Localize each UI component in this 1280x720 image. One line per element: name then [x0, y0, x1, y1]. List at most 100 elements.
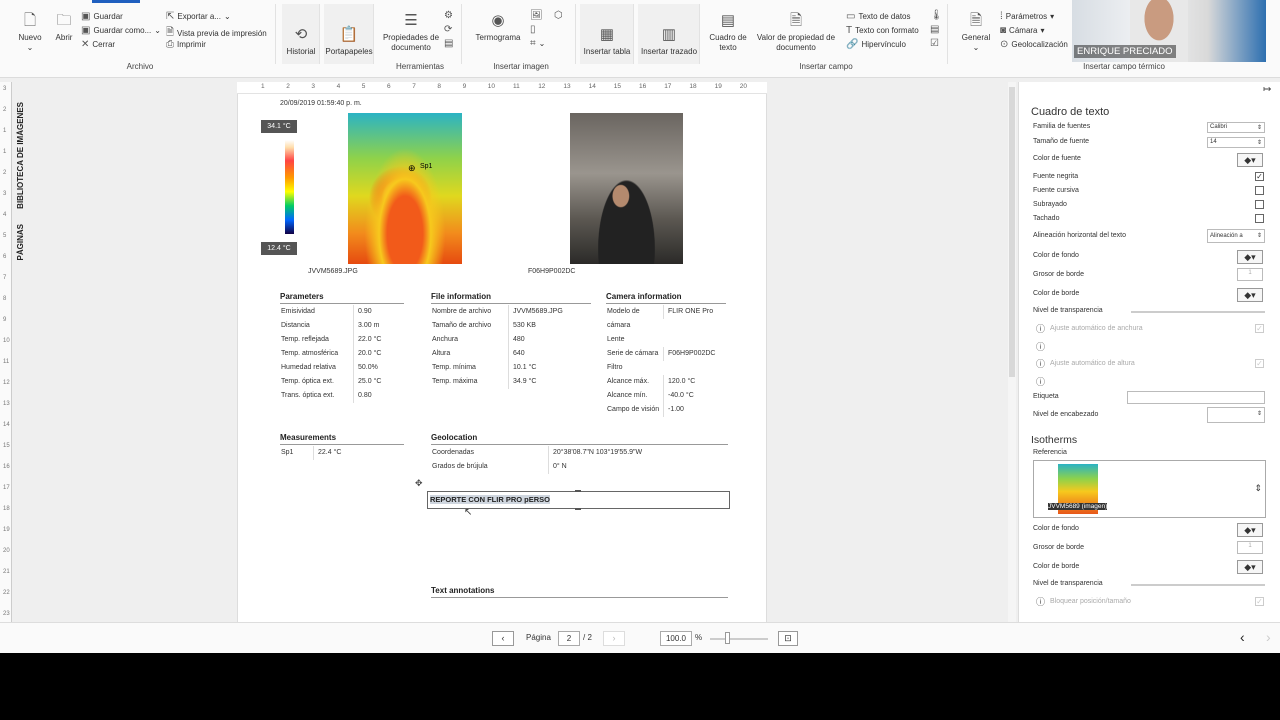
font-size-select[interactable]: 14 ⇕	[1207, 137, 1265, 148]
prev-page-button[interactable]: ‹	[492, 631, 514, 646]
zoom-input[interactable]: 100.0	[660, 631, 692, 646]
parameters-button[interactable]: ⁞ Parámetros ▾	[1000, 11, 1054, 22]
export-button[interactable]: ⇱ Exportar a... ⌄	[166, 11, 231, 22]
image-icon-2[interactable]: ⬡	[554, 10, 563, 21]
field-icon-2[interactable]: ▤	[930, 24, 939, 35]
lock-position-checkbox[interactable]: ✓	[1255, 597, 1264, 606]
next-page-button[interactable]: ›	[603, 631, 625, 646]
cube-icon: ⬡	[554, 10, 563, 21]
resize-handle-bottom[interactable]	[575, 508, 581, 510]
field-icon-1[interactable]: 🌡	[930, 10, 943, 21]
insert-plot-button[interactable]: ▥ Insertar trazado	[638, 26, 700, 57]
font-size-label: Tamaño de fuente	[1033, 138, 1090, 145]
tag-input[interactable]	[1127, 391, 1265, 404]
auto-height-label: Ajuste automático de altura	[1050, 360, 1135, 367]
zoom-slider-thumb[interactable]	[725, 632, 730, 644]
open-button[interactable]: 🗀 Abrir	[50, 12, 78, 43]
tab-image-library[interactable]: BIBLIOTECA DE IMÁGENES	[16, 102, 25, 209]
text-box-icon: ▤	[720, 12, 736, 29]
field-icon-3[interactable]: ☑	[930, 38, 939, 49]
heading-level-select[interactable]: ⇕	[1207, 407, 1265, 423]
table-row: Modelo de FLIR ONE Pro	[607, 305, 727, 319]
table-row: Temp. atmosférica 20.0 °C	[281, 347, 405, 361]
font-family-select[interactable]: Calibri ⇕	[1207, 122, 1265, 133]
tool-icon-3[interactable]: ▤	[444, 38, 453, 49]
thermal-camera-icon: ◉	[491, 12, 505, 29]
iso-border-color-picker[interactable]: ◆▾	[1237, 560, 1263, 574]
tool-icon-2[interactable]: ⟳	[444, 24, 452, 35]
tool-icon-1[interactable]: ⚙	[444, 10, 453, 21]
history-button[interactable]: ⟲ Historial	[283, 26, 319, 57]
bg-color-picker[interactable]: ◆▾	[1237, 250, 1263, 264]
insert-table-button[interactable]: ▦ Insertar tabla	[580, 26, 634, 57]
border-width-input[interactable]: 1	[1237, 268, 1263, 281]
row-value: 0° N	[548, 460, 567, 474]
thermogram-button[interactable]: ◉ Termograma	[472, 12, 524, 43]
file-info-title: File information	[431, 292, 591, 304]
image-icon-4[interactable]: ⌗ ⌄	[530, 38, 545, 49]
page-number-input[interactable]: 2	[558, 631, 580, 646]
visual-photo[interactable]	[570, 113, 683, 264]
spot-label: Sp1	[420, 163, 433, 170]
formatted-text-button[interactable]: T Texto con formato	[846, 25, 919, 36]
save-as-button[interactable]: ▣ Guardar como... ⌄	[81, 25, 161, 36]
iso-border-width-input[interactable]: 1	[1237, 541, 1263, 554]
ruler-tick: 16	[3, 464, 10, 470]
thermal-image[interactable]: ⊕ Sp1	[348, 113, 462, 264]
general-button[interactable]: 🗎 General ⌄	[958, 12, 994, 53]
image-icon-1[interactable]: 🖼	[530, 10, 543, 21]
page-scrollbar-thumb[interactable]	[1009, 87, 1015, 377]
fit-page-button[interactable]: ⊡	[778, 631, 798, 646]
auto-width-checkbox[interactable]: ✓	[1255, 324, 1264, 333]
transparency-slider[interactable]	[1131, 311, 1265, 313]
crop-icon: ⌗	[530, 38, 536, 49]
collapse-panel-icon[interactable]: ‹	[1240, 629, 1245, 645]
document-properties-button[interactable]: ☰ Propiedades de documento	[382, 12, 440, 53]
auto-height-checkbox[interactable]: ✓	[1255, 359, 1264, 368]
border-color-picker[interactable]: ◆▾	[1237, 288, 1263, 302]
font-color-picker[interactable]: ◆▾	[1237, 153, 1263, 167]
expand-panel-icon[interactable]: ›	[1266, 629, 1271, 645]
close-button[interactable]: ✕ Cerrar	[81, 39, 115, 50]
camera-info-table: Modelo de FLIR ONE Pro cámara Lente Serie de…	[607, 305, 727, 417]
text-box-button[interactable]: ▤ Cuadro de texto	[708, 12, 748, 53]
data-text-button[interactable]: ▭ Texto de datos	[846, 11, 911, 22]
isotherms-title: Isotherms	[1031, 434, 1078, 446]
ribbon: 🗋 Nuevo ⌄ 🗀 Abrir ▣ Guardar ▣ Guardar como...…	[0, 0, 1280, 78]
page-scrollbar[interactable]	[1008, 82, 1016, 622]
table-icon: ▦	[599, 26, 615, 43]
list-icon: ▤	[444, 38, 454, 49]
zoom-slider[interactable]	[710, 638, 768, 640]
geolocation-button[interactable]: ⊙ Geolocalización	[1000, 39, 1068, 50]
bold-checkbox[interactable]: ✓	[1255, 172, 1264, 181]
new-button[interactable]: 🗋 Nuevo ⌄	[16, 12, 44, 53]
row-value: 530 KB	[508, 319, 536, 333]
selected-text-box[interactable]: REPORTE CON FLIR PRO pERSO	[427, 491, 730, 509]
ruler-tick: 1	[261, 83, 265, 90]
save-button[interactable]: ▣ Guardar	[81, 11, 123, 22]
pin-panel-icon[interactable]: ↦	[1263, 84, 1271, 95]
ruler-tick: 2	[3, 170, 7, 176]
reference-select[interactable]: JVVM5689 (imagen) ⇕	[1033, 460, 1266, 518]
camera-button[interactable]: ◙ Cámara ▾	[1000, 25, 1045, 36]
iso-transparency-slider[interactable]	[1131, 584, 1265, 586]
text-box-content[interactable]: REPORTE CON FLIR PRO pERSO	[430, 495, 551, 504]
table-row: Altura 640	[432, 347, 592, 361]
thermometer-icon: 🌡	[930, 10, 943, 21]
image-icon-3[interactable]: ▯	[530, 24, 536, 35]
rectangle-icon: ▯	[530, 24, 536, 35]
move-handle-icon[interactable]: ✥	[415, 478, 423, 489]
property-value-button[interactable]: 🗎 Valor de propiedad de documento	[752, 12, 840, 53]
alignment-select[interactable]: Alineación a ⇕	[1207, 229, 1265, 243]
ruler-tick: 15	[613, 83, 622, 90]
hyperlink-button[interactable]: 🔗 Hipervínculo	[846, 39, 906, 50]
resize-handle-top[interactable]	[575, 490, 581, 492]
iso-bg-color-picker[interactable]: ◆▾	[1237, 523, 1263, 537]
strikethrough-checkbox[interactable]	[1255, 214, 1264, 223]
tab-pages[interactable]: PÁGINAS	[16, 224, 25, 260]
link-icon: 🔗	[846, 39, 859, 50]
italic-checkbox[interactable]	[1255, 186, 1264, 195]
print-button[interactable]: ⎙ Imprimir	[166, 39, 206, 50]
clipboard-button[interactable]: 📋 Portapapeles	[324, 26, 374, 57]
underline-checkbox[interactable]	[1255, 200, 1264, 209]
